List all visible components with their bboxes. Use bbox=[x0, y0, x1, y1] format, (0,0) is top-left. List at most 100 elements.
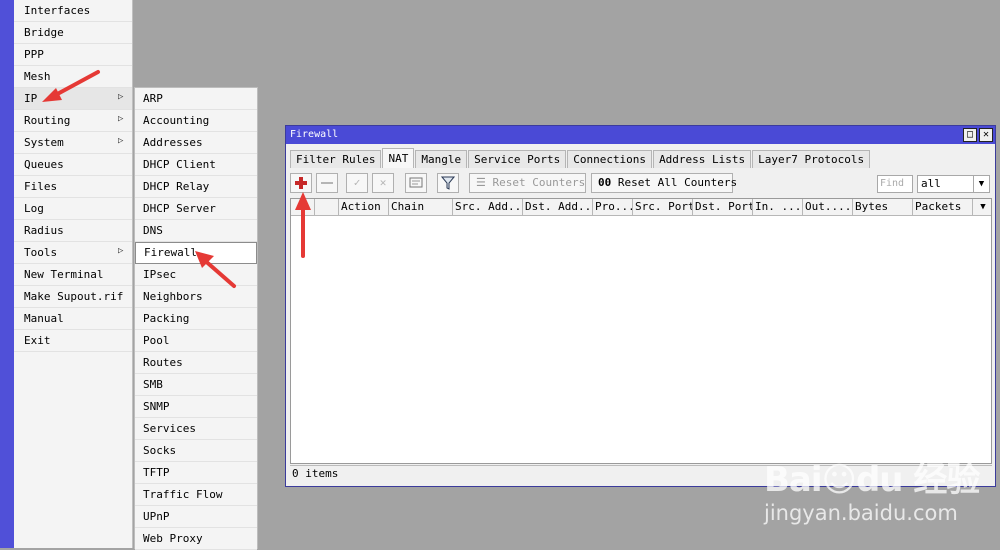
column-menu-button[interactable]: ▼ bbox=[973, 199, 991, 215]
disable-button[interactable]: ✕ bbox=[372, 173, 394, 193]
comment-button[interactable] bbox=[405, 173, 427, 193]
menu-item-files[interactable]: Files bbox=[14, 176, 132, 198]
column-header-out-interface[interactable]: Out.... bbox=[803, 199, 853, 215]
menu-item-label: Exit bbox=[24, 334, 51, 347]
filter-icon bbox=[440, 176, 456, 190]
tab-layer7-protocols[interactable]: Layer7 Protocols bbox=[752, 150, 871, 168]
item-count: 0 items bbox=[292, 467, 339, 480]
tab-bar: Filter Rules NAT Mangle Service Ports Co… bbox=[290, 148, 871, 168]
submenu-item-neighbors[interactable]: Neighbors bbox=[135, 286, 257, 308]
chevron-down-icon: ▼ bbox=[980, 202, 986, 212]
submenu-item-snmp[interactable]: SNMP bbox=[135, 396, 257, 418]
menu-item-label: Bridge bbox=[24, 26, 64, 39]
column-header-dst-address[interactable]: Dst. Add... bbox=[523, 199, 593, 215]
column-header-dst-port[interactable]: Dst. Port bbox=[693, 199, 753, 215]
submenu-item-pool[interactable]: Pool bbox=[135, 330, 257, 352]
filter-button[interactable] bbox=[437, 173, 459, 193]
ip-submenu: ARP Accounting Addresses DHCP Client DHC… bbox=[134, 87, 258, 550]
tab-nat[interactable]: NAT bbox=[382, 148, 415, 168]
submenu-item-firewall[interactable]: Firewall bbox=[135, 242, 257, 264]
submenu-arrow-icon: ▷ bbox=[118, 136, 124, 146]
table-header: Action Chain Src. Add... Dst. Add... Pro… bbox=[291, 199, 991, 216]
menu-item-new-terminal[interactable]: New Terminal bbox=[14, 264, 132, 286]
submenu-item-tftp[interactable]: TFTP bbox=[135, 462, 257, 484]
menu-item-interfaces[interactable]: Interfaces bbox=[14, 0, 132, 22]
submenu-item-accounting[interactable]: Accounting bbox=[135, 110, 257, 132]
column-header[interactable] bbox=[291, 199, 315, 215]
menu-item-routing[interactable]: Routing ▷ bbox=[14, 110, 132, 132]
reset-counters-label: Reset Counters bbox=[492, 176, 586, 189]
menu-item-radius[interactable]: Radius bbox=[14, 220, 132, 242]
reset-all-counters-button[interactable]: 00 Reset All Counters bbox=[591, 173, 737, 193]
watermark: Bai☺du 经验 jingyan.baidu.com bbox=[764, 460, 984, 540]
submenu-item-dhcp-relay[interactable]: DHCP Relay bbox=[135, 176, 257, 198]
submenu-item-socks[interactable]: Socks bbox=[135, 440, 257, 462]
watermark-logo: Bai☺du 经验 bbox=[764, 460, 980, 500]
find-input[interactable]: Find bbox=[877, 175, 913, 193]
menu-item-label: Radius bbox=[24, 224, 64, 237]
submenu-item-services[interactable]: Services bbox=[135, 418, 257, 440]
maximize-button[interactable]: □ bbox=[963, 128, 977, 142]
menu-item-label: Log bbox=[24, 202, 44, 215]
menu-item-system[interactable]: System ▷ bbox=[14, 132, 132, 154]
reset-all-counters-label: Reset All Counters bbox=[617, 176, 738, 189]
submenu-item-routes[interactable]: Routes bbox=[135, 352, 257, 374]
submenu-item-smb[interactable]: SMB bbox=[135, 374, 257, 396]
submenu-item-dhcp-client[interactable]: DHCP Client bbox=[135, 154, 257, 176]
menu-item-mesh[interactable]: Mesh bbox=[14, 66, 132, 88]
column-header-action[interactable]: Action bbox=[339, 199, 389, 215]
submenu-item-ipsec[interactable]: IPsec bbox=[135, 264, 257, 286]
submenu-item-upnp[interactable]: UPnP bbox=[135, 506, 257, 528]
submenu-item-web-proxy[interactable]: Web Proxy bbox=[135, 528, 257, 550]
tab-mangle[interactable]: Mangle bbox=[415, 150, 468, 168]
submenu-item-traffic-flow[interactable]: Traffic Flow bbox=[135, 484, 257, 506]
submenu-arrow-icon: ▷ bbox=[118, 246, 124, 256]
tab-filter-rules[interactable]: Filter Rules bbox=[290, 150, 382, 168]
menu-item-label: Queues bbox=[24, 158, 64, 171]
submenu-item-dns[interactable]: DNS bbox=[135, 220, 257, 242]
column-header-src-address[interactable]: Src. Add... bbox=[453, 199, 523, 215]
column-header[interactable] bbox=[315, 199, 339, 215]
filter-select[interactable]: all bbox=[917, 175, 975, 193]
checkmark-icon: ✓ bbox=[353, 176, 361, 189]
submenu-item-addresses[interactable]: Addresses bbox=[135, 132, 257, 154]
add-button[interactable] bbox=[290, 173, 312, 193]
menu-item-tools[interactable]: Tools ▷ bbox=[14, 242, 132, 264]
column-header-packets[interactable]: Packets bbox=[913, 199, 973, 215]
submenu-item-dhcp-server[interactable]: DHCP Server bbox=[135, 198, 257, 220]
close-button[interactable]: ✕ bbox=[979, 128, 993, 142]
menu-item-bridge[interactable]: Bridge bbox=[14, 22, 132, 44]
submenu-arrow-icon: ▷ bbox=[118, 92, 124, 102]
column-header-protocol[interactable]: Pro... bbox=[593, 199, 633, 215]
tab-address-lists[interactable]: Address Lists bbox=[653, 150, 752, 168]
column-header-bytes[interactable]: Bytes bbox=[853, 199, 913, 215]
menu-item-queues[interactable]: Queues bbox=[14, 154, 132, 176]
menu-item-manual[interactable]: Manual bbox=[14, 308, 132, 330]
menu-item-ppp[interactable]: PPP bbox=[14, 44, 132, 66]
window-titlebar[interactable]: Firewall □ ✕ bbox=[286, 126, 995, 144]
menu-item-label: System bbox=[24, 136, 64, 149]
column-header-chain[interactable]: Chain bbox=[389, 199, 453, 215]
reset-counters-button[interactable]: ☰ Reset Counters bbox=[469, 173, 586, 193]
enable-button[interactable]: ✓ bbox=[346, 173, 368, 193]
menu-item-label: Routing bbox=[24, 114, 71, 127]
submenu-item-arp[interactable]: ARP bbox=[135, 88, 257, 110]
main-menu: Interfaces Bridge PPP Mesh IP ▷ Routing ▷ … bbox=[14, 0, 133, 548]
column-header-src-port[interactable]: Src. Port bbox=[633, 199, 693, 215]
menu-item-exit[interactable]: Exit bbox=[14, 330, 132, 352]
filter-dropdown-button[interactable]: ▼ bbox=[973, 175, 990, 193]
toolbar: ✓ ✕ ☰ Reset Counters 00 Reset All Counte… bbox=[286, 171, 995, 197]
menu-item-ip[interactable]: IP ▷ bbox=[14, 88, 132, 110]
column-header-in-interface[interactable]: In. ... bbox=[753, 199, 803, 215]
sidebar-strip bbox=[0, 0, 14, 548]
remove-button[interactable] bbox=[316, 173, 338, 193]
tab-connections[interactable]: Connections bbox=[567, 150, 653, 168]
reset-all-counters-icon: 00 bbox=[598, 176, 612, 189]
minus-icon bbox=[321, 182, 333, 184]
menu-item-label: IP bbox=[24, 92, 38, 105]
menu-item-log[interactable]: Log bbox=[14, 198, 132, 220]
menu-item-make-supout[interactable]: Make Supout.rif bbox=[14, 286, 132, 308]
submenu-item-packing[interactable]: Packing bbox=[135, 308, 257, 330]
chevron-down-icon: ▼ bbox=[978, 179, 985, 189]
tab-service-ports[interactable]: Service Ports bbox=[468, 150, 567, 168]
